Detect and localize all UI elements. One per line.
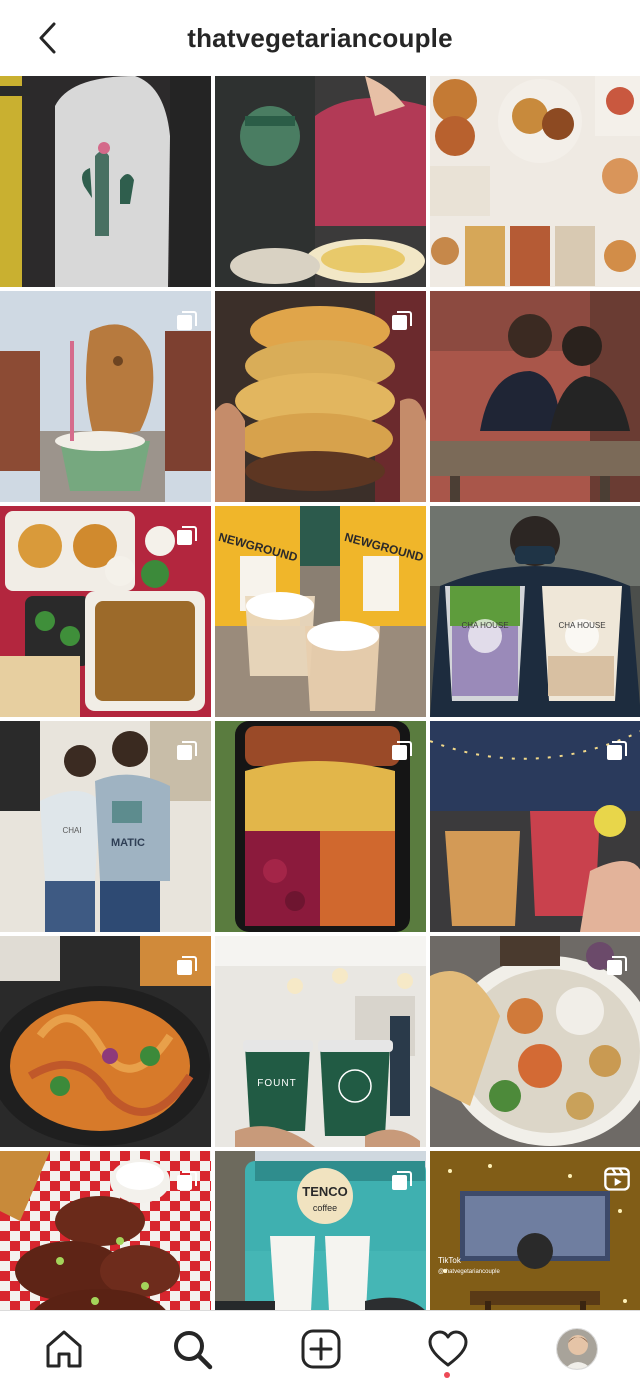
- carousel-icon: [177, 526, 197, 545]
- grid-post-fried-stack[interactable]: [215, 291, 426, 502]
- tile-brand-label: CHA HOUSE: [558, 621, 605, 630]
- post-thumbnail: [430, 291, 640, 502]
- grid-post-fried-wings[interactable]: [0, 1151, 211, 1310]
- grid-post-noodle-salad[interactable]: [0, 936, 211, 1147]
- activity-notification-dot: [444, 1372, 450, 1378]
- carousel-icon: [177, 1171, 197, 1190]
- grid-post-cha-house-tea[interactable]: CHA HOUSE CHA HOUSE: [430, 506, 640, 717]
- reels-icon: [604, 1167, 630, 1191]
- nav-new-post-button[interactable]: [297, 1325, 345, 1373]
- grid-post-couple-cafe[interactable]: CHAI MATIC: [0, 721, 211, 932]
- post-thumbnail: CHA HOUSE CHA HOUSE: [430, 506, 640, 717]
- carousel-icon: [607, 956, 627, 975]
- carousel-icon: [177, 741, 197, 760]
- top-bar: thatvegetariancouple: [0, 0, 640, 76]
- tile-brand-label: FOUNT: [257, 1078, 296, 1089]
- grid-post-newground-lattes[interactable]: NEWGROUND NEWGROUND: [215, 506, 426, 717]
- grid-post-taiyaki[interactable]: [0, 291, 211, 502]
- grid-post-cocktails[interactable]: [430, 721, 640, 932]
- carousel-icon: [392, 311, 412, 330]
- search-icon: [174, 1331, 213, 1370]
- carousel-icon: [607, 741, 627, 760]
- home-icon: [46, 1330, 82, 1368]
- grid-post-couple-table[interactable]: [430, 291, 640, 502]
- post-thumbnail: [0, 76, 211, 287]
- tile-brand-sublabel: coffee: [313, 1203, 337, 1213]
- explore-grid: NEWGROUND NEWGROUND CHA HOUSE CHA HOUSE …: [0, 76, 640, 1310]
- grid-post-indian-takeout[interactable]: [0, 506, 211, 717]
- post-thumbnail: [430, 76, 640, 287]
- grid-post-fount-coffee[interactable]: FOUNT: [215, 936, 426, 1147]
- post-thumbnail: [215, 76, 426, 287]
- post-thumbnail: FOUNT: [215, 936, 426, 1147]
- chevron-left-icon: [39, 22, 56, 54]
- carousel-icon: [177, 956, 197, 975]
- grid-post-tenco-truck[interactable]: TENCO coffee: [215, 1151, 426, 1310]
- carousel-icon: [392, 1171, 412, 1190]
- avatar: [557, 1329, 597, 1369]
- tile-brand-label: TENCO: [302, 1184, 348, 1199]
- nav-activity-button[interactable]: [424, 1325, 472, 1373]
- nav-home-button[interactable]: [40, 1325, 88, 1373]
- tiktok-label: TikTok: [438, 1256, 462, 1265]
- tiktok-handle: @thatvegetariancouple: [438, 1269, 500, 1275]
- carousel-icon: [177, 311, 197, 330]
- grid-post-lit-patio[interactable]: TikTok @thatvegetariancouple: [430, 1151, 640, 1310]
- shirt-text: CHAI: [62, 826, 81, 835]
- nav-search-button[interactable]: [168, 1325, 216, 1373]
- bottom-navigation: [0, 1310, 640, 1386]
- nav-profile-avatar[interactable]: [556, 1328, 598, 1370]
- new-post-icon: [301, 1329, 341, 1369]
- profile-username: thatvegetariancouple: [187, 22, 453, 53]
- grid-post-food-collage[interactable]: [430, 76, 640, 287]
- grid-post-meal-container[interactable]: [215, 721, 426, 932]
- tile-brand-label: CHA HOUSE: [461, 621, 508, 630]
- post-thumbnail: NEWGROUND NEWGROUND: [215, 506, 426, 717]
- activity-icon: [428, 1330, 468, 1367]
- grid-post-mezze-bowl[interactable]: [430, 936, 640, 1147]
- grid-post-graphic-shirt[interactable]: [215, 76, 426, 287]
- grid-post-cactus-shirt[interactable]: [0, 76, 211, 287]
- back-button[interactable]: [30, 20, 66, 56]
- carousel-icon: [392, 741, 412, 760]
- shirt-text: MATIC: [111, 837, 145, 849]
